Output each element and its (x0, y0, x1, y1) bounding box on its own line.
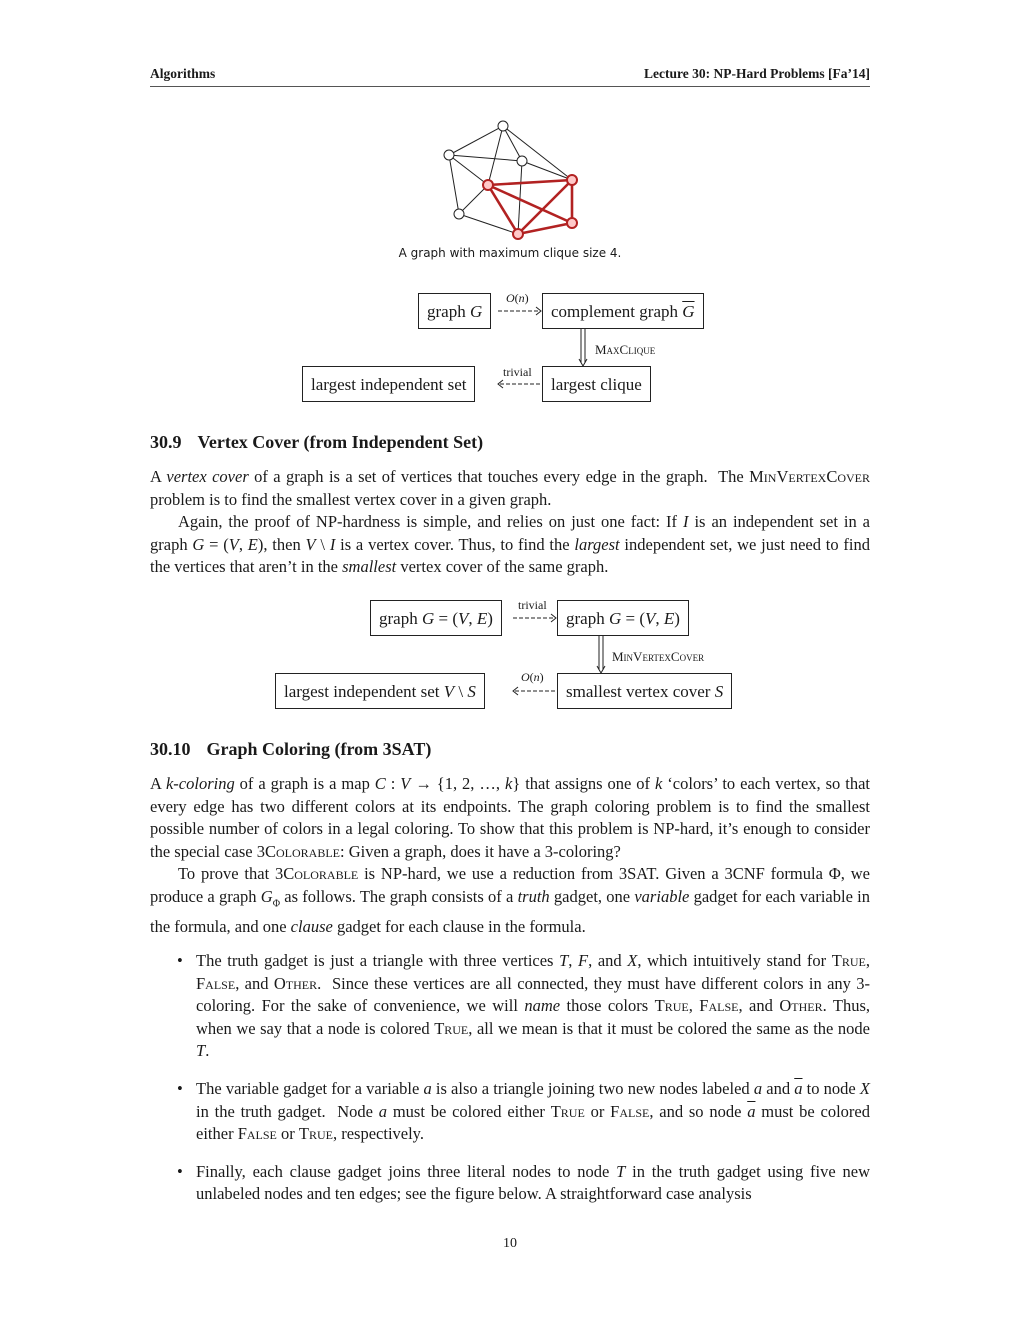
arrow-right (498, 306, 542, 316)
graph-edge (448, 154, 489, 186)
section-title: Graph Coloring (from 3SAT) (206, 739, 432, 759)
box-largest-independent-set-vs: largest independent set V \ S (275, 673, 485, 709)
figure-caption: A graph with maximum clique size 4. (398, 246, 622, 260)
section-number: 30.10 (150, 739, 191, 759)
section-number: 30.9 (150, 432, 182, 452)
section-title: Vertex Cover (from Independent Set) (197, 432, 484, 452)
paragraph: Again, the proof of NP-hardness is simpl… (150, 512, 871, 577)
clique-vertex (566, 217, 578, 229)
box-graph-ve-1: graph G = (V, E) (370, 600, 502, 636)
arrow-left (497, 379, 542, 389)
arrow-right (513, 613, 557, 623)
gadget-list: The truth gadget is just a triangle with… (175, 950, 870, 1206)
box-largest-clique: largest clique (542, 366, 651, 402)
label-o-n: O(n) (521, 670, 544, 684)
graph-edge (521, 160, 573, 181)
graph-edge (502, 125, 573, 181)
arrow-down-double (578, 329, 588, 367)
graph-vertex (453, 208, 465, 220)
clique-vertex (482, 179, 494, 191)
paragraph: To prove that 3Colorable is NP-hard, we … (150, 864, 870, 936)
section-heading-30-9: 30.9 Vertex Cover (from Independent Set) (150, 432, 483, 453)
list-item: Finally, each clause gadget joins three … (175, 1161, 870, 1206)
label-trivial: trivial (518, 598, 547, 612)
box-graph-g: graph G (418, 293, 492, 329)
graph-edge (458, 213, 519, 235)
graph-edge (487, 125, 504, 186)
box-complement-graph: complement graph G (542, 293, 704, 329)
paragraph: A vertex cover of a graph is a set of ve… (150, 467, 870, 509)
graph-edge (458, 184, 489, 215)
label-o-n: O(n) (506, 291, 529, 305)
graph-edge (448, 154, 523, 162)
box-largest-independent-set: largest independent set (302, 366, 476, 402)
graph-vertex (497, 120, 509, 132)
graph-edge (502, 125, 523, 162)
section-30-10-body: A k-coloring of a graph is a map C : V →… (150, 773, 870, 938)
graph-edge (448, 125, 504, 156)
section-heading-30-10: 30.10 Graph Coloring (from 3SAT) (150, 739, 431, 760)
box-graph-ve-2: graph G = (V, E) (557, 600, 689, 636)
arrow-left (512, 686, 557, 696)
graph-vertex (443, 149, 455, 161)
list-item: The variable gadget for a variable a is … (175, 1078, 870, 1146)
header-lecture: Lecture 30: NP-Hard Problems [Fa’14] (644, 66, 870, 81)
graph-vertex (516, 155, 528, 167)
running-header: Algorithms Lecture 30: NP-Hard Problems … (150, 64, 870, 87)
clique-edge (487, 178, 573, 187)
clique-vertex (512, 228, 524, 240)
header-course: Algorithms (150, 66, 216, 81)
label-maxclique: MaxClique (595, 342, 656, 357)
label-minvertexcover: MinVertexCover (612, 649, 705, 664)
section-30-9-body: A vertex cover of a graph is a set of ve… (150, 466, 870, 579)
arrow-down-double (596, 636, 606, 674)
list-item: The truth gadget is just a triangle with… (175, 950, 870, 1063)
paragraph: A k-coloring of a graph is a map C : V →… (150, 774, 870, 861)
clique-graph-figure (443, 120, 578, 240)
box-smallest-vertex-cover: smallest vertex cover S (557, 673, 733, 709)
graph-edge (448, 154, 460, 215)
page-number: 10 (503, 1236, 517, 1251)
clique-vertex (566, 174, 578, 186)
